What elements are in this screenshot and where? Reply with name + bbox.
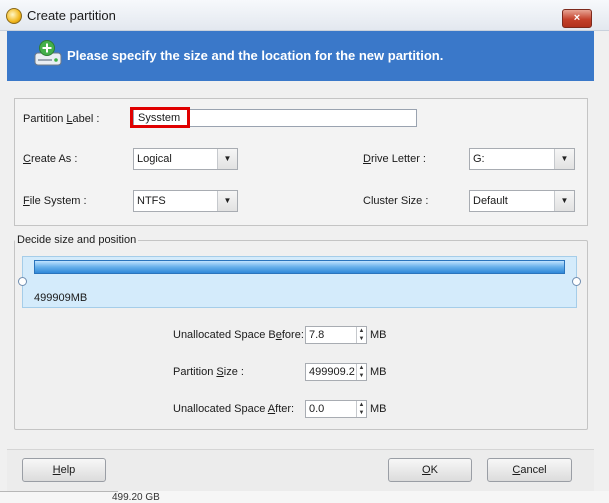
cluster-size-value: Default: [473, 195, 508, 207]
spin-down-icon[interactable]: ▼: [357, 409, 366, 417]
file-system-select[interactable]: NTFS ▼: [133, 190, 238, 212]
background-size-text: 499.20 GB: [112, 492, 160, 503]
background-window-strip: [0, 491, 609, 503]
unallocated-after-value: 0.0: [309, 403, 325, 415]
spin-up-icon[interactable]: ▲: [357, 401, 366, 409]
close-button[interactable]: ×: [562, 9, 592, 28]
annotation-highlight-box: [130, 107, 190, 128]
help-button[interactable]: Help: [22, 458, 106, 482]
unallocated-before-caption: Unallocated Space Before:: [173, 329, 304, 341]
spin-down-icon[interactable]: ▼: [357, 372, 366, 380]
left-resize-handle[interactable]: [18, 277, 27, 286]
right-resize-handle[interactable]: [572, 277, 581, 286]
cluster-size-caption: Cluster Size :: [363, 195, 429, 207]
unallocated-before-value: 7.8: [309, 329, 325, 341]
unallocated-after-input[interactable]: 0.0 ▲ ▼: [305, 400, 367, 418]
title-bar: Create partition ×: [0, 0, 609, 31]
drive-letter-value: G:: [473, 153, 485, 165]
ok-button[interactable]: OK: [388, 458, 472, 482]
spin-up-icon[interactable]: ▲: [357, 327, 366, 335]
header-banner: Please specify the size and the location…: [7, 31, 594, 81]
unit-label: MB: [370, 329, 387, 341]
cancel-button[interactable]: Cancel: [487, 458, 572, 482]
create-as-select[interactable]: Logical ▼: [133, 148, 238, 170]
unallocated-before-input[interactable]: 7.8 ▲ ▼: [305, 326, 367, 344]
unallocated-after-caption: Unallocated Space After:: [173, 403, 295, 415]
partition-label-caption: Partition Label :: [23, 113, 100, 125]
create-as-value: Logical: [137, 153, 172, 165]
create-as-caption: Create As :: [23, 153, 78, 165]
unit-label: MB: [370, 403, 387, 415]
partition-size-caption: Partition Size :: [173, 366, 244, 378]
spin-buttons[interactable]: ▲ ▼: [356, 401, 366, 417]
chevron-down-icon[interactable]: ▼: [217, 149, 237, 169]
chevron-down-icon[interactable]: ▼: [554, 191, 574, 211]
spin-down-icon[interactable]: ▼: [357, 335, 366, 343]
drive-letter-select[interactable]: G: ▼: [469, 148, 575, 170]
spin-up-icon[interactable]: ▲: [357, 364, 366, 372]
file-system-caption: File System :: [23, 195, 87, 207]
app-star-icon: [6, 8, 22, 24]
unit-label: MB: [370, 366, 387, 378]
drive-letter-caption: Drive Letter :: [363, 153, 426, 165]
window-title: Create partition: [27, 8, 116, 23]
spin-buttons[interactable]: ▲ ▼: [356, 327, 366, 343]
file-system-value: NTFS: [137, 195, 166, 207]
disk-add-icon: [34, 40, 62, 66]
banner-text: Please specify the size and the location…: [67, 48, 444, 63]
partition-size-bar[interactable]: [34, 260, 565, 274]
partition-size-value: 499909.2: [309, 366, 355, 378]
chevron-down-icon[interactable]: ▼: [217, 191, 237, 211]
cluster-size-select[interactable]: Default ▼: [469, 190, 575, 212]
partition-size-readout: 499909MB: [34, 292, 88, 304]
partition-size-input[interactable]: 499909.2 ▲ ▼: [305, 363, 367, 381]
spin-buttons[interactable]: ▲ ▼: [356, 364, 366, 380]
size-position-group-title: Decide size and position: [15, 234, 139, 246]
chevron-down-icon[interactable]: ▼: [554, 149, 574, 169]
